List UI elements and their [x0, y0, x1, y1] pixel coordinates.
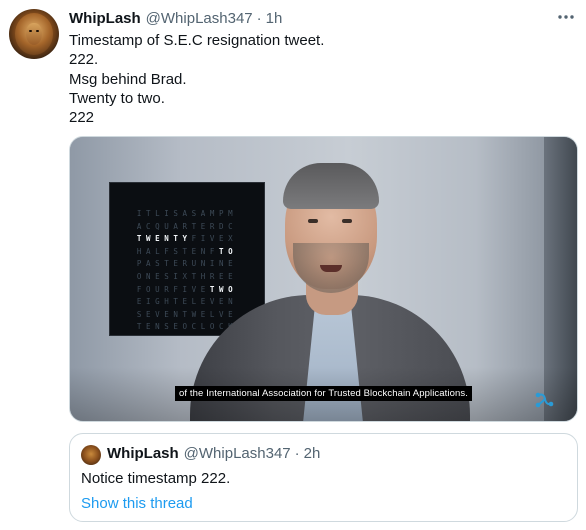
clock-letter: E	[173, 322, 183, 332]
clock-letter: T	[136, 234, 146, 244]
clock-letter: S	[155, 259, 165, 269]
clock-letter: I	[173, 271, 183, 281]
separator-dot: ·	[294, 445, 300, 462]
clock-letter: I	[145, 297, 156, 307]
clock-letter: P	[136, 259, 146, 269]
clock-letter: A	[145, 246, 156, 256]
quoted-tweet-text: Notice timestamp 222.	[81, 470, 231, 487]
tweet[interactable]: WhipLash @WhipLash347 · 1h Timestamp of …	[0, 0, 586, 530]
ripple-logo-icon[interactable]	[533, 389, 555, 411]
clock-letter: T	[136, 322, 146, 332]
clock-letter: E	[155, 234, 165, 244]
clock-letter: T	[173, 297, 183, 307]
clock-letter: N	[173, 309, 183, 319]
quoted-author-name: WhipLash	[107, 445, 179, 462]
clock-letter: U	[155, 284, 165, 294]
clock-letter: G	[155, 297, 165, 307]
clock-letter: C	[145, 221, 156, 231]
clock-letter: E	[145, 309, 156, 319]
clock-letter: O	[136, 271, 146, 281]
clock-letter: F	[136, 284, 146, 294]
clock-letter: S	[173, 209, 183, 218]
clock-letter: O	[145, 284, 156, 294]
clock-letter: N	[164, 234, 174, 244]
quoted-tweet-timestamp: 2h	[303, 445, 321, 462]
clock-letter: Q	[155, 221, 165, 231]
clock-letter: S	[164, 322, 174, 332]
tweet-line: Msg behind Brad.	[69, 70, 187, 88]
clock-letter: I	[136, 209, 146, 218]
clock-letter: E	[155, 271, 165, 281]
tweet-timestamp[interactable]: 1h	[266, 10, 283, 27]
video-caption: of the International Association for Tru…	[70, 383, 577, 401]
clock-letter: T	[173, 234, 183, 244]
clock-letter: E	[173, 259, 183, 269]
show-thread-link[interactable]: Show this thread	[81, 495, 193, 512]
clock-letter: E	[145, 322, 156, 332]
clock-letter: L	[155, 209, 165, 218]
tweet-line: 222.	[69, 51, 99, 69]
author-avatar[interactable]	[9, 9, 59, 59]
clock-letter: A	[173, 221, 183, 231]
clock-letter: I	[164, 209, 174, 218]
clock-letter: V	[155, 309, 165, 319]
clock-letter: A	[145, 259, 156, 269]
clock-letter: H	[164, 297, 174, 307]
tweet-text: Timestamp of S.E.C resignation tweet. 22…	[69, 31, 569, 127]
more-horizontal-icon[interactable]	[556, 8, 576, 26]
clock-letter: R	[164, 284, 174, 294]
clock-letter: E	[136, 297, 146, 307]
clock-letter: T	[164, 259, 174, 269]
clock-letter: H	[136, 246, 146, 256]
tweet-line: Timestamp of S.E.C resignation tweet.	[69, 32, 325, 49]
clock-letter: F	[164, 246, 174, 256]
author-handle[interactable]: @WhipLash347	[146, 10, 253, 27]
quoted-author-avatar	[81, 445, 101, 465]
clock-letter: N	[145, 271, 156, 281]
clock-letter: W	[145, 234, 156, 244]
clock-letter: T	[145, 209, 156, 218]
video-media[interactable]: ITLISASAMPMACQUARTERDCTWENTYFIVEXHALFSTE…	[69, 136, 578, 422]
tweet-line: 222	[69, 109, 95, 127]
caption-text: of the International Association for Tru…	[175, 386, 472, 401]
quoted-tweet-header: WhipLash @WhipLash347 · 2h	[107, 445, 320, 465]
clock-letter: S	[136, 309, 146, 319]
tweet-line: Twenty to two.	[69, 89, 165, 107]
clock-letter: E	[164, 309, 174, 319]
author-name[interactable]: WhipLash	[69, 10, 141, 27]
clock-letter: A	[136, 221, 146, 231]
quoted-tweet[interactable]: WhipLash @WhipLash347 · 2h Notice timest…	[69, 433, 578, 522]
clock-letter: F	[173, 284, 183, 294]
clock-letter: U	[164, 221, 174, 231]
clock-letter: S	[164, 271, 174, 281]
quoted-author-handle: @WhipLash347	[183, 445, 291, 462]
clock-letter: S	[173, 246, 183, 256]
separator-dot: ·	[256, 10, 262, 27]
tweet-header: WhipLash @WhipLash347 · 1h	[69, 10, 282, 30]
clock-letter: L	[155, 246, 165, 256]
clock-letter: N	[155, 322, 165, 332]
